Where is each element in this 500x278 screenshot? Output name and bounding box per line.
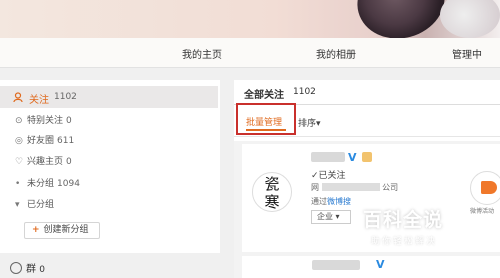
profile-nav: 我的主页 我的相册 管理中 [0, 38, 500, 68]
batch-manage-button[interactable]: 批量管理 [236, 103, 296, 135]
friends-icon: ◎ [15, 136, 23, 146]
nav-my-homepage[interactable]: 我的主页 [182, 46, 222, 61]
sidebar-follow-count: 1102 [54, 92, 77, 102]
avatar[interactable]: 瓷 寒 [252, 172, 292, 212]
sidebar-item-special-follow[interactable]: ⊙ 特别关注 0 [15, 113, 72, 127]
megaphone-icon [481, 181, 497, 194]
all-follows-count: 1102 [293, 87, 316, 97]
star-icon: ⊙ [15, 116, 23, 126]
blurred-username[interactable] [311, 152, 345, 162]
chevron-down-icon: ▾ [316, 119, 321, 129]
followed-status[interactable]: ✓已关注 [311, 168, 346, 181]
follow-header: 全部关注 1102 [234, 80, 500, 105]
sidebar-item-friends[interactable]: ◎ 好友圈 611 [15, 133, 74, 147]
sidebar-follow-label: 关注 [29, 95, 49, 106]
source-link[interactable]: 微博搜 [327, 197, 351, 206]
sidebar-item-interest[interactable]: ♡ 兴趣主页 0 [15, 154, 72, 168]
check-icon: ✓ [311, 171, 319, 181]
verified-icon: V [348, 151, 357, 164]
triangle-down-icon: ▾ [15, 200, 20, 210]
user-follow-icon [13, 92, 23, 103]
verified-icon: V [376, 258, 385, 271]
heart-icon: ♡ [15, 157, 24, 167]
campaign-avatar[interactable] [470, 171, 500, 205]
company-info: 网 公司 [311, 183, 399, 192]
watermark: 百科全说 助你轻松解决 [363, 205, 500, 255]
create-group-button[interactable]: + 创建新分组 [24, 222, 100, 239]
chevron-down-icon: ▾ [335, 212, 340, 221]
nav-my-album[interactable]: 我的相册 [316, 46, 356, 61]
banner-decoration [348, 0, 454, 38]
all-follows-title[interactable]: 全部关注 [244, 86, 284, 101]
dot-icon: • [15, 179, 21, 189]
sidebar-item-grouped[interactable]: ▾ 已分组 [15, 197, 54, 211]
sidebar-item-ungrouped[interactable]: • 未分组 1094 [15, 176, 80, 190]
watermark-subtitle: 助你轻松解决 [371, 237, 438, 247]
plus-icon: + [32, 225, 40, 235]
blurred-username-next [312, 260, 360, 270]
follow-card-next: V [242, 256, 500, 278]
badge-icon [362, 152, 372, 162]
nav-manage-center[interactable]: 管理中 [452, 46, 482, 61]
group-select[interactable]: 企业 ▾ [311, 210, 351, 224]
sort-dropdown[interactable]: 排序▾ [298, 116, 321, 129]
sidebar-item-groups[interactable]: 群 0 [10, 260, 45, 275]
banner-decoration-right [440, 0, 500, 38]
sidebar-item-follow[interactable]: 关注 1102 [0, 86, 218, 108]
batch-manage-underline [246, 129, 286, 131]
avatar-text: 瓷 [264, 175, 280, 193]
profile-banner [0, 0, 500, 38]
group-icon [10, 262, 22, 274]
follow-source: 通过微博搜 [311, 197, 351, 206]
watermark-title: 百科全说 [363, 209, 444, 231]
blurred-company [321, 183, 380, 191]
